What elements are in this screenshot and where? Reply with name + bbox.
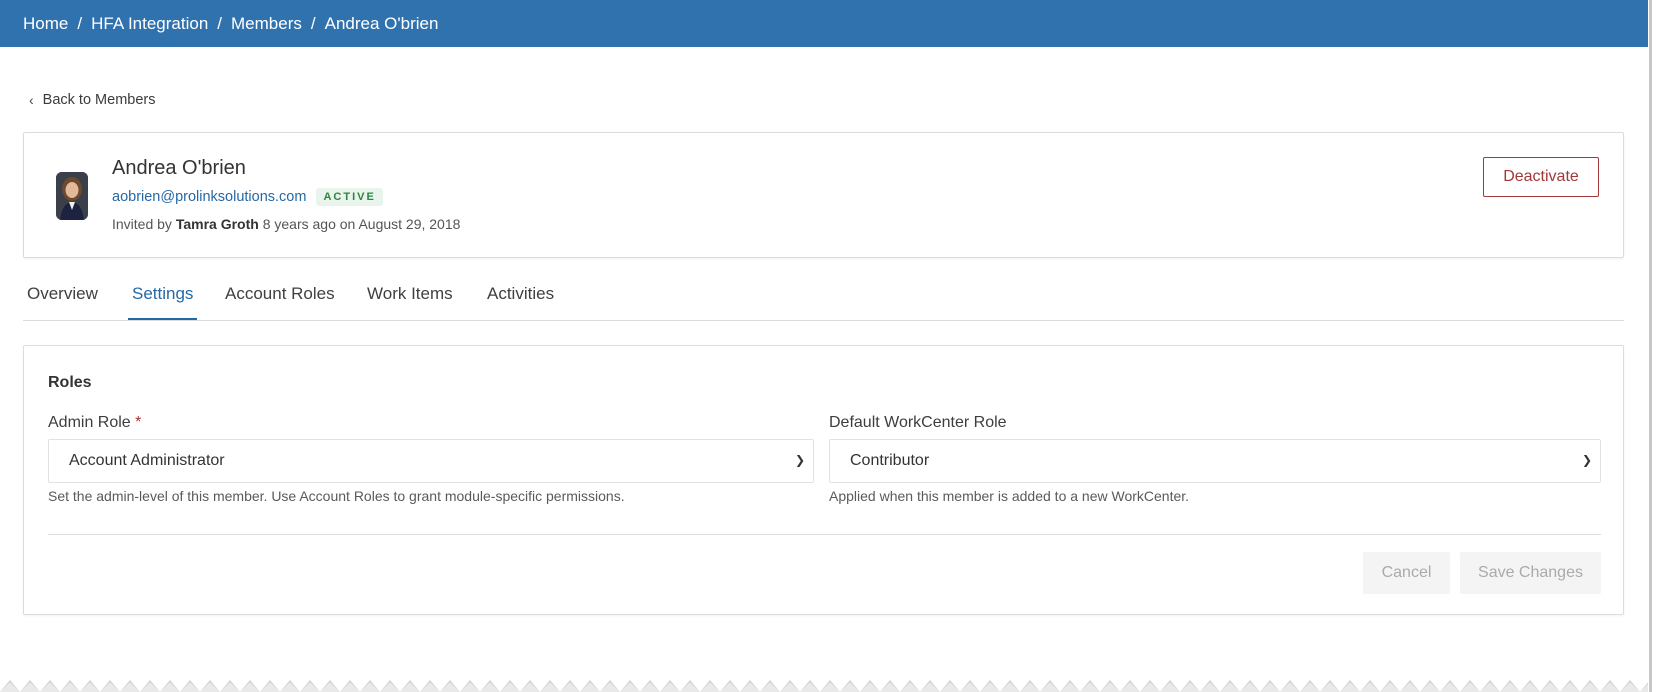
tab-activities[interactable]: Activities [483, 284, 558, 318]
tab-work-items[interactable]: Work Items [363, 284, 457, 318]
divider [48, 534, 1601, 535]
scrollbar-thumb[interactable] [1649, 0, 1652, 692]
admin-role-label: Admin Role * [48, 414, 141, 432]
avatar [56, 172, 88, 220]
torn-edge-decoration [0, 672, 1648, 692]
chevron-left-icon: ‹ [29, 92, 34, 108]
breadcrumb-separator: / [217, 13, 223, 33]
invited-date: 8 years ago on August 29, 2018 [262, 216, 461, 232]
breadcrumb-current: Andrea O'brien [324, 13, 439, 33]
admin-role-help: Set the admin-level of this member. Use … [48, 488, 625, 504]
tab-overview[interactable]: Overview [23, 284, 102, 318]
breadcrumb-hfa-integration[interactable]: HFA Integration [91, 14, 208, 34]
admin-role-select[interactable]: Account Administrator ❯ [48, 439, 814, 483]
workcenter-role-select[interactable]: Contributor ❯ [829, 439, 1601, 483]
status-badge: ACTIVE [316, 188, 383, 206]
required-mark: * [135, 414, 142, 431]
chevron-down-icon: ❯ [1581, 453, 1592, 467]
cancel-button[interactable]: Cancel [1363, 552, 1450, 594]
workcenter-role-value: Contributor [850, 452, 930, 469]
breadcrumb: Home / HFA Integration / Members / Andre… [0, 0, 1648, 47]
breadcrumb-separator: / [77, 13, 83, 33]
breadcrumb-separator: / [310, 13, 316, 33]
chevron-down-icon: ❯ [794, 453, 805, 467]
member-tabs: Overview Settings Account Roles Work Ite… [23, 270, 1624, 321]
workcenter-role-help: Applied when this member is added to a n… [829, 488, 1190, 504]
breadcrumb-home[interactable]: Home [23, 14, 68, 34]
scrollbar[interactable] [1648, 0, 1662, 692]
back-to-members-link[interactable]: ‹ Back to Members [29, 92, 156, 108]
tab-settings[interactable]: Settings [128, 284, 198, 320]
avatar-photo-icon [56, 172, 88, 220]
save-changes-button[interactable]: Save Changes [1460, 552, 1601, 594]
member-name: Andrea O'brien [112, 157, 246, 179]
invited-prefix: Invited by [112, 216, 172, 232]
tab-account-roles[interactable]: Account Roles [221, 284, 339, 318]
invited-by-name: Tamra Groth [175, 216, 259, 232]
member-profile-card: Andrea O'brien aobrien@prolinksolutions.… [23, 132, 1624, 258]
workcenter-role-label: Default WorkCenter Role [829, 414, 1007, 431]
roles-section-title: Roles [48, 374, 92, 391]
breadcrumb-members[interactable]: Members [231, 14, 302, 34]
email-row: aobrien@prolinksolutions.com ACTIVE [112, 188, 383, 206]
admin-role-value: Account Administrator [69, 452, 225, 469]
back-link-label: Back to Members [42, 92, 156, 108]
member-email[interactable]: aobrien@prolinksolutions.com [112, 189, 306, 205]
invited-info: Invited by Tamra Groth 8 years ago on Au… [112, 216, 460, 232]
admin-role-label-text: Admin Role [48, 414, 131, 431]
deactivate-button[interactable]: Deactivate [1483, 157, 1599, 197]
roles-settings-card: Roles Admin Role * Account Administrator… [23, 345, 1624, 615]
